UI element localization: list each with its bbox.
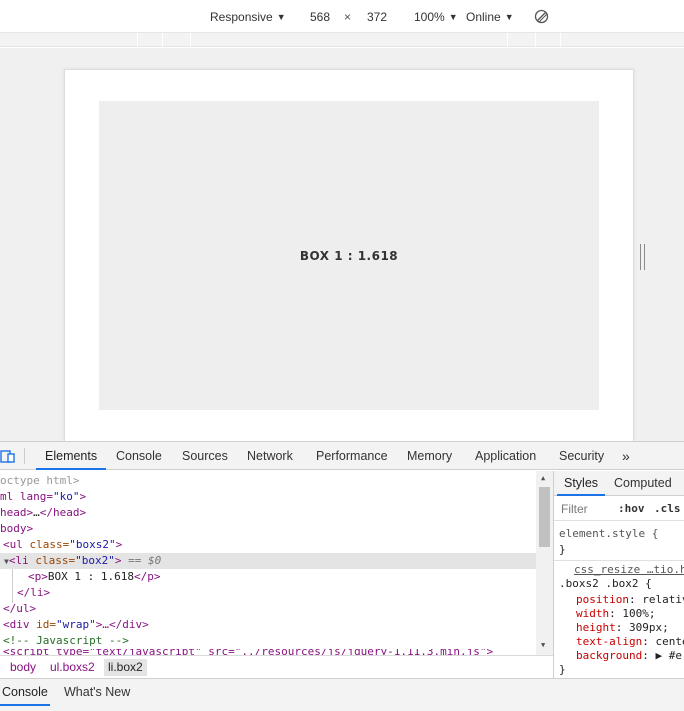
throttling-select[interactable]: Online ▼ [466,9,514,26]
box-text: BOX 1 : 1.618 [299,248,399,263]
styles-filter-row: Filter :hov .cls [554,497,684,521]
tab-computed[interactable]: Computed [614,471,672,496]
device-viewport: BOX 1 : 1.618 [64,69,634,441]
dom-comment[interactable]: <!-- Javascript --> [3,633,129,649]
stylesheet-source-link[interactable]: css_resize …tio.h [574,563,684,577]
drawer-tab-console[interactable]: Console [0,679,50,706]
tab-application[interactable]: Application [475,442,536,470]
css-declaration[interactable]: background: ▶ #e [576,649,682,663]
throttling-caret-icon: ▼ [504,12,514,22]
dom-node-selected[interactable]: ▼<li class="box2"> == $0 [4,553,161,569]
styles-pane: Styles Computed Filter :hov .cls element… [553,471,684,678]
element-style-selector[interactable]: element.style { [559,527,658,541]
scroll-up-icon[interactable]: ▲ [541,474,545,482]
box-golden-ratio: BOX 1 : 1.618 [99,101,599,410]
width-input[interactable]: 568 [310,9,330,25]
rule-selector[interactable]: .boxs2 .box2 { [559,577,652,591]
css-declaration[interactable]: height: 309px; [576,621,669,635]
tab-performance[interactable]: Performance [316,442,388,470]
cls-button[interactable]: .cls [654,502,681,515]
viewport-resize-handle[interactable] [640,244,646,270]
tab-styles[interactable]: Styles [557,471,606,496]
dom-node[interactable]: <ul class="boxs2"> [3,537,122,553]
breadcrumb-li[interactable]: li.box2 [104,659,147,676]
scroll-down-icon[interactable]: ▼ [541,641,545,649]
device-toolbar: Responsive ▼ 568 × 372 100% ▼ Online ▼ [0,0,684,33]
viewport-stage: BOX 1 : 1.618 [0,48,684,441]
dom-node[interactable]: <div id="wrap">…</div> [3,617,149,633]
dom-node[interactable]: </li> [17,585,50,601]
zoom-caret-icon: ▼ [448,12,458,22]
hov-button[interactable]: :hov [618,502,645,515]
tab-security[interactable]: Security [559,442,604,470]
breadcrumb-ul[interactable]: ul.boxs2 [46,659,99,676]
dom-node[interactable]: head>…</head> [0,505,86,521]
zoom-select[interactable]: 100% ▼ [414,9,458,26]
throttling-label: Online [466,10,501,24]
devtools-drawer: Console What's New [0,678,684,711]
dom-node[interactable]: ml lang="ko"> [0,489,86,505]
more-tabs-icon[interactable]: » [622,442,630,470]
device-label: Responsive [210,10,273,24]
breadcrumb-body[interactable]: body [6,659,40,676]
dom-node[interactable]: <p>BOX 1 : 1.618</p> [28,569,160,585]
dom-node[interactable]: octype html> [0,473,79,489]
tab-console[interactable]: Console [116,442,162,470]
breadcrumb: body ul.boxs2 li.box2 [0,655,553,678]
rule-close: } [559,663,566,676]
dom-node[interactable]: body> [0,521,33,537]
dimension-times: × [344,10,352,24]
tab-network[interactable]: Network [247,442,293,470]
css-declaration[interactable]: text-align: cente [576,635,684,649]
dom-node[interactable]: </ul> [3,601,36,617]
device-caret-icon: ▼ [276,12,286,22]
tab-memory[interactable]: Memory [407,442,452,470]
media-query-ruler[interactable] [0,33,684,47]
device-toggle-icon[interactable] [0,448,16,464]
styles-tabbar: Styles Computed [554,471,684,496]
height-input[interactable]: 372 [367,9,387,25]
tab-sources[interactable]: Sources [182,442,228,470]
device-select[interactable]: Responsive ▼ [210,9,286,26]
tab-elements[interactable]: Elements [36,442,107,470]
elements-scrollbar[interactable]: ▲ ▼ [536,471,553,655]
element-style-close: } [559,543,566,556]
drawer-tab-whats-new[interactable]: What's New [64,679,130,706]
css-declaration[interactable]: width: 100%; [576,607,656,621]
zoom-label: 100% [414,10,445,24]
elements-dom-tree: octype html> ml lang="ko"> head>…</head>… [0,471,553,655]
css-declaration[interactable]: position: relativ [576,593,684,607]
devtools-tabbar: Elements Console Sources Network Perform… [0,441,684,470]
rotate-icon[interactable] [534,9,549,24]
styles-filter-input[interactable]: Filter [561,502,588,516]
